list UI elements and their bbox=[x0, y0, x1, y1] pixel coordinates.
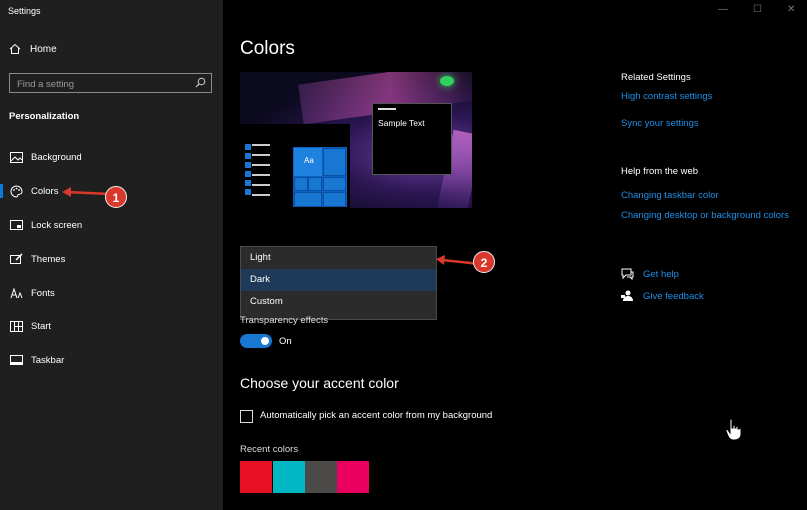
preview-nav-square bbox=[245, 153, 251, 159]
font-icon bbox=[9, 286, 23, 300]
color-swatch[interactable] bbox=[337, 461, 369, 493]
feedback-icon bbox=[621, 290, 635, 302]
get-help-label: Get help bbox=[643, 268, 679, 280]
search-input[interactable] bbox=[10, 75, 190, 94]
help-web-heading: Help from the web bbox=[621, 166, 699, 177]
preview-nav-line bbox=[252, 184, 270, 186]
transparency-toggle[interactable] bbox=[240, 334, 272, 348]
page-title: Colors bbox=[240, 38, 295, 59]
sidebar: Settings Home Personalization Background… bbox=[0, 0, 223, 510]
recent-colors-label: Recent colors bbox=[240, 444, 299, 455]
sidebar-item-label: Lock screen bbox=[31, 219, 83, 231]
dropdown-option-light[interactable]: Light bbox=[241, 247, 436, 269]
sidebar-item-label: Taskbar bbox=[31, 354, 65, 366]
sidebar-item-label: Start bbox=[31, 320, 52, 332]
high-contrast-link[interactable]: High contrast settings bbox=[621, 91, 712, 103]
callout-badge: 1 bbox=[105, 186, 127, 208]
preview-nav-line bbox=[252, 164, 270, 166]
transparency-label: Transparency effects bbox=[240, 315, 329, 326]
preview-sample-window: Sample Text bbox=[372, 103, 452, 175]
dropdown-option-dark[interactable]: Dark bbox=[241, 269, 436, 291]
sync-settings-link[interactable]: Sync your settings bbox=[621, 118, 699, 130]
sidebar-item-label: Themes bbox=[31, 253, 66, 265]
chat-bubble-icon bbox=[621, 268, 635, 280]
dropdown-option-custom[interactable]: Custom bbox=[241, 291, 436, 313]
get-help-link[interactable]: Get help bbox=[621, 268, 679, 280]
maximize-button[interactable]: ☐ bbox=[753, 4, 762, 15]
preview-nav-line bbox=[252, 174, 270, 176]
toggle-state-label: On bbox=[279, 336, 292, 347]
taskbar-icon bbox=[9, 353, 23, 367]
sidebar-item-taskbar[interactable]: Taskbar bbox=[0, 346, 223, 374]
sidebar-item-themes[interactable]: Themes bbox=[0, 245, 223, 273]
hand-cursor-icon bbox=[725, 418, 742, 441]
preview-nav-square bbox=[245, 144, 251, 150]
home-nav[interactable]: Home bbox=[9, 43, 57, 55]
theme-preview: Aa Sample Text bbox=[240, 72, 472, 208]
search-box[interactable] bbox=[9, 73, 212, 94]
preview-title-bar bbox=[378, 108, 396, 110]
preview-nav-square bbox=[245, 171, 251, 177]
wallpaper-glow bbox=[440, 76, 454, 86]
color-swatch[interactable] bbox=[273, 461, 305, 493]
home-label: Home bbox=[30, 43, 57, 55]
desktop-colors-link[interactable]: Changing desktop or background colors bbox=[621, 210, 791, 222]
start-grid-icon bbox=[9, 319, 23, 333]
picture-icon bbox=[9, 150, 23, 164]
sidebar-item-label: Colors bbox=[31, 185, 59, 197]
section-heading: Personalization bbox=[9, 111, 80, 122]
sidebar-item-label: Background bbox=[31, 151, 82, 163]
preview-tile bbox=[323, 192, 346, 207]
preview-tile bbox=[294, 177, 308, 191]
preview-nav-square bbox=[245, 189, 251, 195]
accent-heading: Choose your accent color bbox=[240, 375, 399, 391]
color-mode-dropdown[interactable]: Light Dark Custom bbox=[240, 246, 437, 320]
sidebar-item-start[interactable]: Start bbox=[0, 312, 223, 340]
related-settings-heading: Related Settings bbox=[621, 72, 691, 83]
close-button[interactable]: ✕ bbox=[787, 4, 795, 15]
sidebar-item-fonts[interactable]: Fonts bbox=[0, 279, 223, 307]
give-feedback-label: Give feedback bbox=[643, 290, 704, 302]
home-icon bbox=[9, 43, 21, 54]
sidebar-item-background[interactable]: Background bbox=[0, 143, 223, 171]
lock-screen-icon bbox=[9, 218, 23, 232]
auto-accent-label: Automatically pick an accent color from … bbox=[260, 410, 493, 421]
preview-nav-line bbox=[252, 194, 270, 196]
auto-accent-checkbox[interactable] bbox=[240, 410, 253, 423]
sidebar-item-label: Fonts bbox=[31, 287, 55, 299]
preview-nav-line bbox=[252, 154, 270, 156]
preview-tile bbox=[323, 148, 346, 176]
preview-nav-line bbox=[252, 144, 270, 146]
color-swatch[interactable] bbox=[305, 461, 337, 493]
palette-icon bbox=[9, 184, 23, 198]
sidebar-item-lock-screen[interactable]: Lock screen bbox=[0, 211, 223, 239]
preview-tile bbox=[308, 177, 322, 191]
window-title: Settings bbox=[8, 6, 41, 16]
minimize-button[interactable]: — bbox=[718, 4, 728, 15]
search-icon[interactable] bbox=[195, 77, 206, 88]
brush-icon bbox=[9, 252, 23, 266]
color-swatch[interactable] bbox=[240, 461, 272, 493]
preview-tile bbox=[294, 192, 322, 207]
preview-nav-square bbox=[245, 162, 251, 168]
preview-sample-text: Sample Text bbox=[378, 118, 425, 128]
preview-nav-square bbox=[245, 180, 251, 186]
preview-tile bbox=[323, 177, 346, 191]
give-feedback-link[interactable]: Give feedback bbox=[621, 290, 704, 302]
callout-badge: 2 bbox=[473, 251, 495, 273]
preview-tile: Aa bbox=[294, 148, 322, 176]
taskbar-color-link[interactable]: Changing taskbar color bbox=[621, 190, 719, 202]
